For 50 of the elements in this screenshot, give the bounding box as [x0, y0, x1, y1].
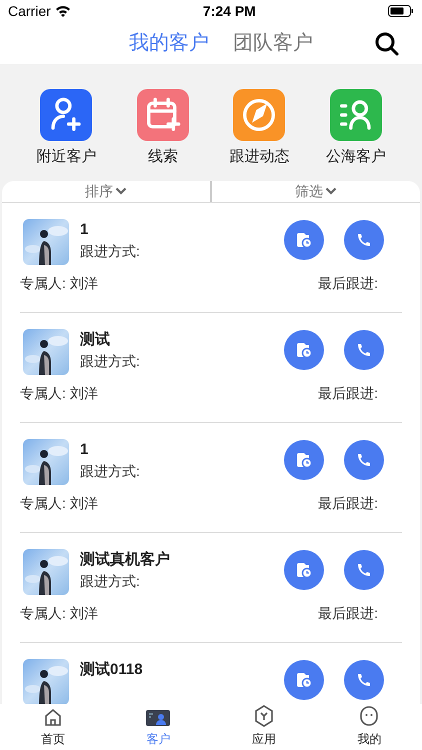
carrier-label: Carrier: [8, 2, 51, 20]
follow-record-button[interactable]: [284, 220, 324, 260]
shortcut-button[interactable]: 附近客户: [26, 89, 106, 168]
face-icon: [359, 705, 380, 727]
bottom-tab[interactable]: 客户: [106, 704, 211, 750]
header-tab[interactable]: 我的客户: [129, 28, 209, 58]
phone-button[interactable]: [344, 550, 384, 590]
owner-text: 专属人: 刘洋: [20, 494, 98, 512]
customer-name: 测试0118: [80, 660, 144, 680]
customer-name: 测试真机客户: [80, 550, 171, 570]
follow-record-button[interactable]: [284, 550, 324, 590]
customer-name: 1: [80, 440, 90, 460]
owner-text: 专属人: 刘洋: [20, 384, 98, 402]
bottom-tab[interactable]: 我的: [316, 704, 422, 750]
last-follow-label: 最后跟进:: [318, 494, 379, 512]
owner-text: 专属人: 刘洋: [20, 274, 98, 292]
follow-record-button[interactable]: [284, 330, 324, 370]
chevron-down-icon: [325, 187, 337, 195]
follow-record-button[interactable]: [284, 440, 324, 480]
clock-time: 7:24 PM: [202, 2, 256, 20]
phone-button[interactable]: [344, 220, 384, 260]
bottom-tab[interactable]: 应用: [211, 704, 316, 750]
owner-text: 专属人: 刘洋: [20, 604, 98, 622]
customer-name: 1: [80, 220, 90, 240]
home-icon: [42, 707, 63, 727]
phone-button[interactable]: [344, 330, 384, 370]
filter-dropdown[interactable]: 排序: [85, 180, 127, 202]
follow-method-label: 跟进方式:: [80, 242, 141, 261]
header-tab[interactable]: 团队客户: [233, 28, 313, 58]
shortcut-button[interactable]: 线索: [122, 89, 203, 168]
battery-icon: [388, 5, 414, 17]
follow-method-label: 跟进方式:: [80, 352, 141, 371]
phone-button[interactable]: [344, 440, 384, 480]
shortcut-button[interactable]: 跟进动态: [219, 89, 300, 168]
last-follow-label: 最后跟进:: [318, 384, 379, 402]
chevron-down-icon: [115, 187, 127, 195]
shortcut-button[interactable]: 公海客户: [316, 89, 396, 168]
search-icon[interactable]: [374, 31, 400, 57]
filter-dropdown[interactable]: 筛选: [295, 180, 337, 202]
id-card-icon: [146, 709, 170, 727]
last-follow-label: 最后跟进:: [318, 604, 379, 622]
follow-method-label: 跟进方式:: [80, 572, 141, 591]
follow-record-button[interactable]: [284, 660, 324, 700]
follow-method-label: 跟进方式:: [80, 462, 141, 481]
last-follow-label: 最后跟进:: [318, 274, 379, 292]
phone-button[interactable]: [344, 660, 384, 700]
bottom-tab[interactable]: 首页: [0, 704, 106, 750]
customer-name: 测试: [80, 330, 111, 350]
wifi-icon: [54, 5, 71, 17]
hexagon-icon: [254, 705, 274, 727]
